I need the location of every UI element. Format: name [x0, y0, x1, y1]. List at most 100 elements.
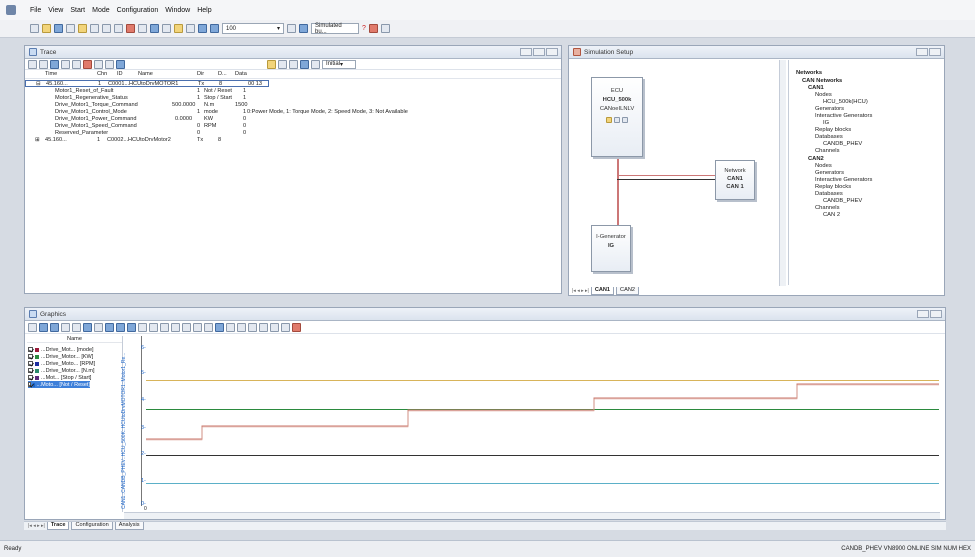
tree-replay-blocks[interactable]: Replay blocks [815, 127, 851, 133]
network-node[interactable]: Network CAN1 CAN 1 [715, 160, 755, 200]
tree-databases[interactable]: Databases [815, 191, 843, 197]
graph-axis-icon[interactable] [149, 322, 158, 332]
graph-marker-icon[interactable] [193, 322, 202, 332]
col-data[interactable]: Data [235, 71, 247, 77]
trace-find-icon[interactable] [94, 59, 103, 69]
canvas-vscrollbar[interactable] [779, 60, 786, 286]
tree-generators[interactable]: Generators [815, 170, 844, 176]
graph-zoom-in-icon[interactable] [105, 322, 114, 332]
tree-can-networks[interactable]: CAN Networks [802, 78, 842, 84]
graphics-icon[interactable] [150, 24, 159, 33]
tree-channel-can2[interactable]: CAN 2 [823, 212, 840, 218]
legend-item[interactable]: ...Mot... [Stop / Start] [28, 374, 91, 381]
trace-font-icon[interactable] [311, 59, 320, 69]
col-name[interactable]: Name [138, 71, 153, 77]
close-button[interactable] [929, 48, 941, 56]
simulation-mode-select[interactable]: Simulated bu... [311, 23, 359, 35]
graph-split-icon[interactable] [72, 322, 81, 332]
tree-can2[interactable]: CAN2 [808, 156, 824, 162]
window-icon[interactable] [102, 24, 111, 33]
trace-icon[interactable] [126, 24, 135, 33]
tree-replay-blocks[interactable]: Replay blocks [815, 184, 851, 190]
tree-database-candb[interactable]: CANDB_PHEV [823, 141, 862, 147]
legend-checkbox[interactable] [28, 347, 33, 352]
zoom-out-icon[interactable] [210, 24, 219, 33]
trace-expand-icon[interactable] [72, 59, 81, 69]
gear-icon[interactable] [186, 24, 195, 33]
menu-mode[interactable]: Mode [92, 7, 110, 14]
trace-filter-select[interactable]: Initial ▾ [322, 59, 356, 69]
zoom-select[interactable]: 100 ▾ [222, 23, 284, 34]
save-icon[interactable] [54, 24, 63, 33]
graph-select-icon[interactable] [39, 322, 48, 332]
legend-checkbox[interactable] [28, 382, 32, 387]
col-chn[interactable]: Chn [97, 71, 107, 77]
tree-ig[interactable]: IG [823, 120, 829, 126]
graph-nav-icon[interactable] [248, 322, 257, 332]
trace-view-icon[interactable] [39, 59, 48, 69]
tree-nodes[interactable]: Nodes [815, 92, 832, 98]
tree-networks[interactable]: Networks [796, 70, 822, 76]
trace-clear-icon[interactable] [83, 59, 92, 69]
help-icon[interactable]: ? [362, 25, 366, 32]
graph-nav-icon[interactable] [215, 322, 224, 332]
new-file-icon[interactable] [30, 24, 39, 33]
graph-measure-icon[interactable] [50, 322, 59, 332]
trace-export-icon[interactable] [300, 59, 309, 69]
col-dlc[interactable]: D... [218, 71, 227, 77]
trace-filter-icon[interactable] [28, 59, 37, 69]
lightning-icon[interactable] [174, 24, 183, 33]
generator-node[interactable]: I-Generator IG [591, 225, 631, 272]
legend-item[interactable]: ...Drive_Mot... [mode] [28, 346, 94, 353]
col-time[interactable]: Time [45, 71, 57, 77]
tree-databases[interactable]: Databases [815, 134, 843, 140]
graph-axis-icon[interactable] [160, 322, 169, 332]
stats-icon[interactable] [162, 24, 171, 33]
ecu-node[interactable]: ECU HCU_500k CANoeILNLV [591, 77, 643, 157]
open-folder-icon[interactable] [42, 24, 51, 33]
close-button[interactable] [930, 310, 942, 318]
graph-scale-icon[interactable] [83, 322, 92, 332]
graph-fit-icon[interactable] [94, 322, 103, 332]
node-icon[interactable] [622, 117, 628, 123]
minimize-button[interactable] [916, 48, 928, 56]
tab-can1[interactable]: CAN1 [590, 287, 615, 295]
tree-database-candb[interactable]: CANDB_PHEV [823, 198, 862, 204]
net-icon[interactable] [299, 24, 308, 33]
legend-item-selected[interactable]: ...Moto... [Not / Reset] [28, 381, 90, 388]
save-as-icon[interactable] [66, 24, 75, 33]
menu-view[interactable]: View [48, 7, 63, 14]
pencil-icon[interactable] [606, 117, 612, 123]
legend-item[interactable]: ...Drive_Motor... [KW] [28, 353, 93, 360]
tab-trace[interactable]: Trace [46, 522, 70, 530]
tree-channels[interactable]: Channels [815, 205, 840, 211]
graph-zoom-out-icon[interactable] [116, 322, 125, 332]
zoom-in-icon[interactable] [198, 24, 207, 33]
graph-text-icon[interactable] [204, 322, 213, 332]
minimize-button[interactable] [520, 48, 532, 56]
gear-icon[interactable] [614, 117, 620, 123]
tree-generators[interactable]: Generators [815, 106, 844, 112]
graph-export-icon[interactable] [270, 322, 279, 332]
maximize-button[interactable] [533, 48, 545, 56]
sync-icon[interactable] [287, 24, 296, 33]
config-icon[interactable] [78, 24, 87, 33]
menu-configuration[interactable]: Configuration [117, 7, 159, 14]
col-id[interactable]: ID [117, 71, 123, 77]
trace-row-msg1[interactable]: ⊟ 45.160... 1 C0001... HCUtoDrvMOTOR1 Tx… [25, 80, 269, 87]
tab-configuration[interactable]: Configuration [71, 522, 113, 530]
trace-paint-icon[interactable] [267, 59, 276, 69]
tree-ecu-hcu[interactable]: HCU_500k(HCU) [823, 99, 868, 105]
trace-layout-icon[interactable] [289, 59, 298, 69]
legend-checkbox[interactable] [28, 375, 33, 380]
legend-checkbox[interactable] [28, 361, 33, 366]
legend-checkbox[interactable] [28, 354, 33, 359]
legend-checkbox[interactable] [28, 368, 33, 373]
graph-next-icon[interactable] [237, 322, 246, 332]
tree-channels[interactable]: Channels [815, 148, 840, 154]
legend-item[interactable]: ...Drive_Motor... [N.m] [28, 367, 94, 374]
graph-nav-icon[interactable] [259, 322, 268, 332]
window-icon[interactable] [114, 24, 123, 33]
graph-axis-icon[interactable] [182, 322, 191, 332]
tree-interactive-generators[interactable]: Interactive Generators [815, 113, 872, 119]
